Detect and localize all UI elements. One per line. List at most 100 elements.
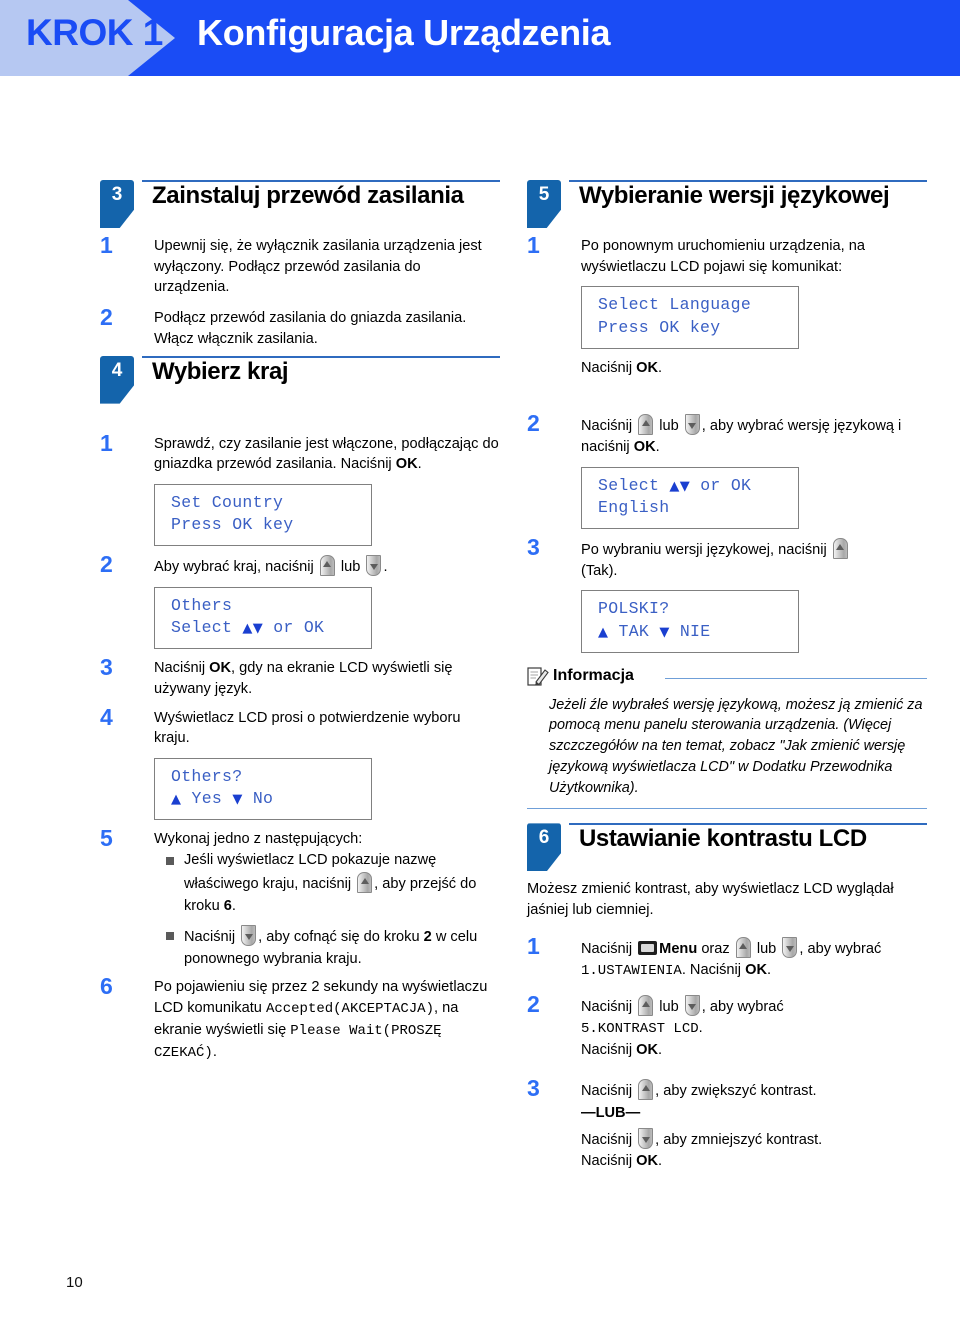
step-text-part: lub [336,559,365,576]
step-text: Aby wybrać kraj, naciśnij lub . Others S… [154,555,500,650]
lcd-line: English [598,497,670,517]
step-text: Naciśnij lub , aby wybrać 5.KONTRAST LCD… [581,995,927,1060]
lcd-arrow-up-icon: ▲ [171,792,182,808]
lcd-text: Select [171,618,243,638]
step-number: 1 [527,232,540,258]
step-ref: 2 [423,928,432,945]
step-text-part: . [766,961,772,978]
step-number: 5 [100,825,113,852]
step-number: 2 [527,410,540,437]
note-bottom-rule [527,808,927,810]
ok-label: OK [636,359,659,376]
note-rule [665,677,927,679]
step-text: Naciśnij Menu oraz lub , aby wybrać 1.US… [581,936,927,982]
step-4-5: 5 Wykonaj jedno z następujących: Jeśli w… [100,825,500,970]
notepad-pencil-icon [527,666,549,688]
section-6-intro: Możesz zmienić kontrast, aby wyświetlacz… [527,881,894,919]
arrow-down-key-icon[interactable] [782,936,798,958]
step-4-2: 2 Aby wybrać kraj, naciśnij lub . Others… [100,551,500,650]
step-number: 3 [527,1074,540,1101]
lcd-line: Press OK key [598,317,721,337]
step-5-3: 3 Po wybraniu wersji językowej, naciśnij… [527,534,927,653]
step-number: 2 [100,304,113,331]
step-number: 4 [100,703,113,730]
step-text-part: , aby wybrać [701,999,784,1016]
note-body: Jeżeli źle wybrałeś wersję językową, moż… [549,696,923,796]
step-text-part: lub [655,418,683,435]
lcd-panel-set-country: Set Country Press OK key [154,484,372,547]
step-4-3: 3 Naciśnij OK, gdy na ekranie LCD wyświe… [100,654,500,699]
step-5-1: 1 Po ponownym uruchomieniu urządzenia, n… [527,232,927,378]
lcd-panel-select-language: Select Language Press OK key [581,286,799,349]
arrow-up-key-icon[interactable] [832,538,848,560]
page-banner: KROK 1 Konfiguracja Urządzenia [0,0,960,76]
lcd-text: Yes [181,789,233,809]
step-text-part: . [212,1043,217,1060]
step-text-part: , aby wybrać [799,940,882,957]
step-6-2: 2 Naciśnij lub , aby wybrać 5.KONTRAST L… [527,991,927,1060]
lcd-line: POLSKI? [598,599,670,619]
step-text: Wykonaj jedno z następujących: Jeśli wyś… [154,829,500,970]
page-number: 10 [66,1274,83,1291]
section-title-5: Wybieranie wersji językowej [579,182,890,209]
step-6-1: 1 Naciśnij Menu oraz lub , aby wybrać 1.… [527,933,927,982]
arrow-down-key-icon[interactable] [241,924,257,946]
lcd-text: TAK [608,621,660,641]
menu-label: Menu [659,940,698,957]
step-text-part: , aby zmniejszyć kontrast. [655,1132,823,1149]
section-header-5: 5 Wybieranie wersji językowej [527,180,927,230]
step-text-part: . [383,559,388,576]
step-4-6: 6 Po pojawieniu się przez 2 sekundy na w… [100,973,500,1063]
section-header-4: 4 Wybierz kraj [100,355,500,406]
section-header-3: 3 Zainstaluj przewód zasilania [100,180,500,230]
step-text: Po pojawieniu się przez 2 sekundy na wyś… [154,977,500,1063]
ok-label: OK [636,1152,659,1169]
section-badge-4: 4 [100,355,134,404]
step-number: 2 [100,551,113,578]
or-divider: —LUB— [581,1105,641,1122]
step-4-1: 1 Sprawdź, czy zasilanie jest włączone, … [100,430,500,547]
arrow-up-key-icon[interactable] [638,414,654,436]
section-badge-3: 3 [100,180,134,228]
lcd-arrows-icon: ▲▼ [242,621,264,637]
arrow-up-key-icon[interactable] [638,1078,654,1100]
step-text: Upewnij się, że wyłącznik zasilania urzą… [154,238,482,296]
arrow-down-key-icon[interactable] [684,995,700,1017]
step-text-part: . [658,1152,663,1169]
step-number: 1 [100,429,113,456]
confirm-line: Naciśnij OK. [581,1151,927,1172]
arrow-down-key-icon[interactable] [684,414,700,436]
lcd-panel-polski: POLSKI? ▲ TAK ▼ NIE [581,590,799,653]
ok-label: OK [636,1041,659,1058]
arrow-up-key-icon[interactable] [319,555,335,577]
menu-key-icon[interactable] [638,940,658,955]
bullet-list: Jeśli wyświetlacz LCD pokazuje nazwę wła… [166,850,500,970]
step-text-part: lub [752,940,781,957]
step-text-part: . [655,439,660,456]
step-text-part: lub [655,999,683,1016]
section-badge-6: 6 [527,823,561,872]
arrow-down-key-icon[interactable] [366,555,382,577]
step-ref: 6 [223,897,232,914]
step-text-part: , aby zwiększyć kontrast. [655,1082,817,1099]
lcd-arrow-down-icon: ▼ [659,624,670,640]
lcd-panel-select-english: Select ▲▼ or OK English [581,466,799,530]
arrow-down-key-icon[interactable] [638,1128,654,1150]
right-column: 5 Wybieranie wersji językowej 1 Po ponow… [527,180,927,1178]
step-text: Po ponownym uruchomieniu urządzenia, na … [581,236,927,378]
step-number: 1 [100,232,113,258]
arrow-up-key-icon[interactable] [735,936,751,958]
lcd-line: Select ▲▼ or OK [171,617,371,639]
step-5-2: 2 Naciśnij lub , aby wybrać wersję język… [527,410,927,530]
list-item: Jeśli wyświetlacz LCD pokazuje nazwę wła… [166,850,500,918]
section-badge-5: 5 [527,180,561,228]
arrow-up-key-icon[interactable] [357,871,373,893]
step-text-part: Naciśnij [581,1082,637,1099]
lcd-text: NIE [669,621,711,641]
step-number: 1 [527,932,540,959]
step-text: Naciśnij OK, gdy na ekranie LCD wyświetl… [154,658,500,699]
step-text-part: Naciśnij [581,1132,637,1149]
step-4-4: 4 Wyświetlacz LCD prosi o potwierdzenie … [100,704,500,821]
arrow-up-key-icon[interactable] [638,995,654,1017]
lcd-line: Press OK key [171,515,294,535]
